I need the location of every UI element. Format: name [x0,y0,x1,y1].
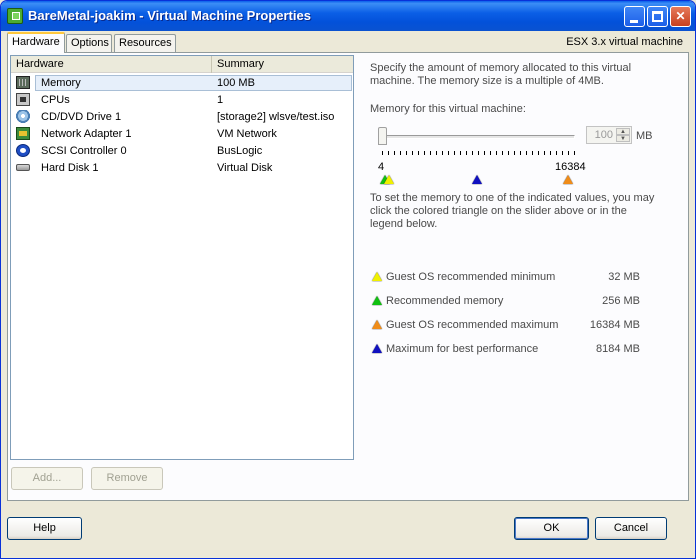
slider-min-label: 4 [378,161,385,173]
add-hardware-button[interactable]: Add... [11,467,83,490]
column-header-summary[interactable]: Summary [212,56,353,73]
guest-os-max-marker[interactable] [563,175,573,184]
maximize-button[interactable] [647,6,668,27]
green-triangle-icon[interactable] [372,296,382,305]
spin-up-icon[interactable]: ▲ [616,128,630,135]
hardware-name: Memory [41,77,81,89]
spin-down-icon[interactable]: ▼ [616,135,630,142]
hardware-name: Network Adapter 1 [41,128,132,140]
table-header: Hardware Summary [11,56,353,73]
hardware-table[interactable]: Hardware Summary Memory 100 MB CPUs 1 CD… [10,55,354,460]
memory-description: Specify the amount of memory allocated t… [370,62,632,87]
legend-item-guest-max[interactable]: Guest OS recommended maximum 16384 MB [370,319,640,333]
hardware-tab-panel: Hardware Summary Memory 100 MB CPUs 1 CD… [7,52,689,501]
table-row[interactable]: Memory 100 MB [11,75,353,92]
table-row[interactable]: Hard Disk 1 Virtual Disk [11,160,353,177]
scsi-controller-icon [16,144,30,157]
tab-options[interactable]: Options [66,34,112,52]
legend-item-recommended[interactable]: Recommended memory 256 MB [370,295,640,309]
hardware-summary: 1 [217,94,224,106]
legend-label: Maximum for best performance [386,343,539,355]
yellow-triangle-icon[interactable] [372,272,382,281]
network-adapter-icon [16,127,30,140]
close-icon: ✕ [675,9,686,23]
legend-value: 32 MB [608,271,640,283]
hardware-name: Hard Disk 1 [41,162,99,174]
table-row[interactable]: CPUs 1 [11,92,353,109]
legend-item-guest-min[interactable]: Guest OS recommended minimum 32 MB [370,271,640,285]
remove-hardware-button[interactable]: Remove [91,467,163,490]
memory-hint: To set the memory to one of the indicate… [370,192,655,230]
minimize-icon [630,20,638,23]
title-bar[interactable]: BareMetal-joakim - Virtual Machine Prope… [1,1,695,31]
tab-resources[interactable]: Resources [114,34,176,52]
guest-os-min-marker[interactable] [384,175,394,184]
legend-value: 16384 MB [589,319,640,331]
hardware-name: SCSI Controller 0 [41,145,127,157]
maximize-icon [652,11,663,22]
legend-item-max-performance[interactable]: Maximum for best performance 8184 MB [370,343,640,357]
hardware-summary: BusLogic [217,145,263,157]
minimize-button[interactable] [624,6,645,27]
orange-triangle-icon[interactable] [372,320,382,329]
legend-label: Guest OS recommended minimum [386,271,556,283]
hard-disk-icon [16,164,30,171]
legend-label: Recommended memory [386,295,504,307]
table-row[interactable]: SCSI Controller 0 BusLogic [11,143,353,160]
row-selection-highlight [35,75,352,91]
slider-max-label: 16384 [555,161,586,173]
version-label: ESX 3.x virtual machine [566,36,683,48]
memory-value-input[interactable]: 100 ▲ ▼ [586,126,632,144]
table-row[interactable]: Network Adapter 1 VM Network [11,126,353,143]
memory-panel: Specify the amount of memory allocated t… [364,55,684,495]
hardware-name: CD/DVD Drive 1 [41,111,122,123]
window-title: BareMetal-joakim - Virtual Machine Prope… [28,8,311,23]
blue-triangle-icon[interactable] [372,344,382,353]
properties-window: BareMetal-joakim - Virtual Machine Prope… [0,0,696,559]
cpu-icon [16,93,30,106]
tab-hardware[interactable]: Hardware [7,32,65,53]
memory-slider-label: Memory for this virtual machine: [370,103,526,115]
legend-value: 8184 MB [595,343,640,355]
memory-slider-thumb[interactable] [378,127,387,145]
vm-icon [7,8,23,24]
memory-spinner[interactable]: ▲ ▼ [616,128,630,142]
table-row[interactable]: CD/DVD Drive 1 [storage2] wlsve/test.iso [11,109,353,126]
memory-unit: MB [636,130,653,142]
memory-slider-track[interactable] [381,135,575,139]
slider-ticks [382,151,576,155]
max-best-performance-marker[interactable] [472,175,482,184]
legend-label: Guest OS recommended maximum [386,319,559,331]
ok-button[interactable]: OK [514,517,589,540]
cancel-button[interactable]: Cancel [595,517,667,540]
hardware-summary: [storage2] wlsve/test.iso [217,111,335,123]
hardware-summary: VM Network [217,128,277,140]
memory-icon [16,76,30,89]
column-header-hardware[interactable]: Hardware [11,56,212,73]
memory-value: 100 [594,129,613,141]
hardware-name: CPUs [41,94,70,106]
hardware-summary: Virtual Disk [217,162,273,174]
help-button[interactable]: Help [7,517,82,540]
hardware-summary: 100 MB [217,77,255,89]
legend-value: 256 MB [602,295,640,307]
close-button[interactable]: ✕ [670,6,691,27]
cd-dvd-icon [16,110,30,123]
